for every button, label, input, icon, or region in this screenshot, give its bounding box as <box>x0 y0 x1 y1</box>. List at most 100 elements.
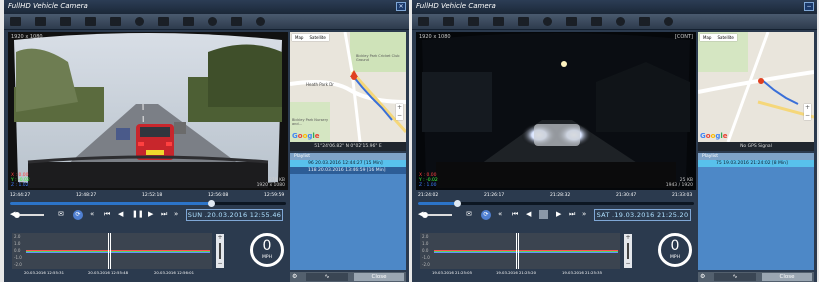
tick-label: 12:59:59 <box>264 193 285 198</box>
toolbar <box>412 14 817 30</box>
speed-unit: MPH <box>262 255 272 260</box>
gps-coordinates: 51°24'06.82" N 0°02'15.96" E <box>290 142 406 151</box>
gsensor-graph[interactable]: 2.0 1.0 0.0 -1.0 -2.0 <box>420 233 620 269</box>
info-icon[interactable] <box>664 17 673 26</box>
accelerometer-readout: X : 0.00 Y : -0.02 Z : 1.02 <box>11 173 30 188</box>
graph-cursor[interactable] <box>516 233 519 269</box>
volume-slider[interactable] <box>20 214 44 216</box>
pause-icon[interactable]: ❚❚ <box>132 211 144 218</box>
rewind-icon[interactable]: « <box>498 211 502 218</box>
gear-icon[interactable]: ⚙ <box>292 273 300 281</box>
zoom-control[interactable]: + − <box>396 104 403 120</box>
chart-icon[interactable] <box>566 17 577 26</box>
map-view[interactable]: Map Satellite Bickley Park Cricket Club … <box>290 32 406 142</box>
datetime-display: SAT .19.03.2016 21:25.20 <box>594 209 691 221</box>
sync-button[interactable]: ⟳ <box>481 210 491 220</box>
playlist-panel: Playlist 75 19.03.2016 21:24:02 [8 Min] <box>698 153 814 270</box>
stop-button[interactable] <box>539 210 548 219</box>
satellite-button[interactable]: Satellite <box>714 34 736 41</box>
graph-time: 20.03.2016 12:56:01 <box>154 270 194 275</box>
close-button[interactable]: Close <box>762 273 812 281</box>
tick-label: 21:28:32 <box>550 193 571 198</box>
axis-label: -1.0 <box>14 255 22 260</box>
save-icon[interactable] <box>518 17 529 26</box>
close-icon[interactable]: ✕ <box>396 2 406 11</box>
graph-axis-labels: 2.0 1.0 0.0 -1.0 -2.0 <box>14 233 22 268</box>
graph-zoom-control[interactable]: + − <box>216 234 224 268</box>
camera-icon[interactable] <box>85 17 96 26</box>
rewind-icon[interactable]: « <box>90 211 94 218</box>
skip-forward-icon[interactable]: ⏭ <box>161 211 167 218</box>
mail-icon[interactable]: ✉ <box>58 211 64 218</box>
timeline-fill <box>418 202 457 205</box>
bottom-bar: ⚙ ∿ Close <box>698 272 814 282</box>
volume-handle[interactable] <box>422 212 428 218</box>
gear-icon[interactable] <box>616 17 625 26</box>
tick-label: 12:48:27 <box>76 193 97 198</box>
playlist-item[interactable]: 75 19.03.2016 21:24:02 [8 Min] <box>698 160 814 167</box>
gear-icon[interactable]: ⚙ <box>700 273 708 281</box>
step-back-icon[interactable]: ◀ <box>526 211 531 218</box>
skip-forward-icon[interactable]: ⏭ <box>569 211 575 218</box>
minimize-icon[interactable]: − <box>804 2 814 11</box>
step-back-icon[interactable]: ◀ <box>118 211 123 218</box>
info-icon[interactable] <box>256 17 265 26</box>
sync-button[interactable]: ⟳ <box>73 210 83 220</box>
globe-icon[interactable] <box>135 17 144 26</box>
fast-forward-icon[interactable]: » <box>174 211 178 218</box>
title-bar: FullHD Vehicle Camera − <box>412 0 817 14</box>
fast-forward-icon[interactable]: » <box>582 211 586 218</box>
printer-icon[interactable] <box>468 17 479 26</box>
timeline-slider[interactable] <box>418 200 694 207</box>
map-type-toggle: Map Satellite <box>700 34 737 41</box>
map-button[interactable]: Map <box>700 34 714 41</box>
graph-toggle-button[interactable]: ∿ <box>306 273 348 281</box>
graph-zoom-control[interactable]: + − <box>624 234 632 268</box>
close-button[interactable]: Close <box>354 273 404 281</box>
flag-icon[interactable] <box>639 17 650 26</box>
video-view[interactable]: 1920 x 1080 [CONT] X : 0.00 Y : -0.02 Z … <box>416 32 696 190</box>
image-icon[interactable] <box>443 17 454 26</box>
skip-back-icon[interactable]: ⏮ <box>512 211 518 218</box>
app-window-1: FullHD Vehicle Camera ✕ 1920 x 1080 X: … <box>4 0 409 282</box>
camera-icon[interactable] <box>493 17 504 26</box>
folder-icon[interactable] <box>418 17 429 26</box>
film-icon[interactable] <box>591 17 602 26</box>
mail-icon[interactable]: ✉ <box>466 211 472 218</box>
map-button[interactable]: Map <box>292 34 306 41</box>
playlist-item[interactable]: 118 20.03.2016 13:46:59 [16 Min] <box>290 167 406 174</box>
volume-slider[interactable] <box>428 214 452 216</box>
satellite-button[interactable]: Satellite <box>306 34 328 41</box>
title-bar: FullHD Vehicle Camera ✕ <box>4 0 409 14</box>
film-icon[interactable] <box>183 17 194 26</box>
datetime-display: SUN .20.03.2016 12:55.46 <box>186 209 283 221</box>
timeline-ticks: 12:44:27 12:48:27 12:52:18 12:56:08 12:5… <box>8 193 288 200</box>
graph-cursor[interactable] <box>108 233 111 269</box>
play-icon[interactable]: ▶ <box>148 211 153 218</box>
graph-toggle-button[interactable]: ∿ <box>714 273 756 281</box>
timeline-ticks: 21:24:02 21:26:17 21:28:32 21:30:47 21:3… <box>416 193 696 200</box>
save-icon[interactable] <box>110 17 121 26</box>
playlist-header: Playlist <box>698 153 814 160</box>
flag-icon[interactable] <box>231 17 242 26</box>
timeline-slider[interactable] <box>10 200 286 207</box>
gsensor-graph[interactable]: 2.0 1.0 0.0 -1.0 -2.0 <box>12 233 212 269</box>
volume-handle[interactable] <box>14 212 20 218</box>
image-icon[interactable] <box>35 17 46 26</box>
axis-label: 1.0 <box>422 241 429 246</box>
chart-icon[interactable] <box>158 17 169 26</box>
timeline-handle[interactable] <box>208 200 216 207</box>
speed-value: 0 <box>262 238 272 254</box>
video-view[interactable]: 1920 x 1080 X : 0.00 Y : -0.02 Z : 1.02 … <box>8 32 288 190</box>
skip-back-icon[interactable]: ⏮ <box>104 211 110 218</box>
play-icon[interactable]: ▶ <box>556 211 561 218</box>
playlist-item[interactable]: 96 20.03.2016 12:44:27 [15 Min] <box>290 160 406 167</box>
accel-z: Z : 1.02 <box>11 183 29 188</box>
map-view[interactable]: Map Satellite + − Google <box>698 32 814 142</box>
gear-icon[interactable] <box>208 17 217 26</box>
folder-icon[interactable] <box>10 17 21 26</box>
globe-icon[interactable] <box>543 17 552 26</box>
printer-icon[interactable] <box>60 17 71 26</box>
zoom-control[interactable]: + − <box>804 104 811 120</box>
timeline-handle[interactable] <box>453 200 461 207</box>
